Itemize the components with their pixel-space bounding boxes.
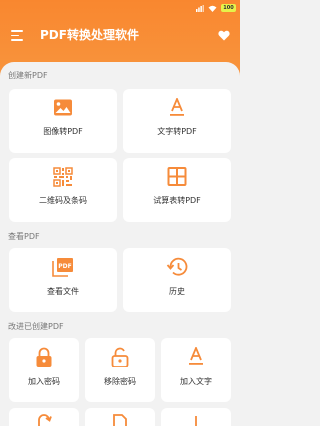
card-text-to-pdf[interactable]: 文字转PDF	[123, 89, 231, 153]
section-label-create: 创建新PDF	[8, 71, 48, 80]
app-title: PDF转换处理软件	[40, 28, 139, 42]
svg-text:PDF: PDF	[58, 263, 71, 270]
card-partial-1[interactable]	[9, 408, 79, 426]
status-bar: 100	[0, 0, 240, 18]
card-label: 试算表转PDF	[153, 196, 201, 205]
menu-icon[interactable]	[11, 30, 23, 41]
image-icon	[54, 99, 72, 116]
document-icon	[113, 414, 127, 426]
status-icons: 100	[196, 4, 236, 12]
card-label: 二维码及条码	[39, 196, 87, 205]
card-history[interactable]: 历史	[123, 248, 231, 312]
card-add-password[interactable]: 加入密码	[9, 338, 79, 402]
grid-icon	[167, 167, 187, 186]
card-label: 文字转PDF	[157, 127, 197, 136]
card-image-to-pdf[interactable]: 图像转PDF	[9, 89, 117, 153]
rotate-icon	[38, 414, 52, 426]
wifi-icon	[208, 5, 217, 12]
main-content: 创建新PDF 图像转PDF 文字转PDF 二维码及条码 试算表转PDF 查看PD…	[0, 62, 240, 426]
section-label-view: 查看PDF	[8, 232, 40, 241]
section-label-improve: 改进已创建PDF	[8, 322, 64, 331]
unlock-icon	[111, 347, 129, 367]
signal-icon	[196, 4, 204, 12]
card-spreadsheet-to-pdf[interactable]: 试算表转PDF	[123, 158, 231, 222]
qrcode-icon	[53, 167, 73, 187]
card-remove-password[interactable]: 移除密码	[85, 338, 155, 402]
history-icon	[166, 257, 188, 276]
card-label: 历史	[169, 287, 185, 296]
card-qrcode[interactable]: 二维码及条码	[9, 158, 117, 222]
battery-indicator: 100	[221, 4, 236, 12]
card-partial-2[interactable]	[85, 408, 155, 426]
app-bar: PDF转换处理软件	[0, 22, 240, 50]
text-icon	[170, 98, 184, 116]
card-label: 图像转PDF	[43, 127, 83, 136]
add-icon	[195, 416, 197, 426]
lock-icon	[36, 347, 52, 367]
card-label: 查看文件	[47, 287, 79, 296]
card-label: 移除密码	[104, 377, 136, 386]
card-add-text[interactable]: 加入文字	[161, 338, 231, 402]
heart-icon[interactable]	[218, 30, 230, 41]
add-text-icon	[189, 347, 203, 365]
card-partial-3[interactable]	[161, 408, 231, 426]
card-label: 加入文字	[180, 377, 212, 386]
pdf-file-icon: PDF	[52, 258, 73, 277]
card-label: 加入密码	[28, 377, 60, 386]
card-view-file[interactable]: PDF 查看文件	[9, 248, 117, 312]
